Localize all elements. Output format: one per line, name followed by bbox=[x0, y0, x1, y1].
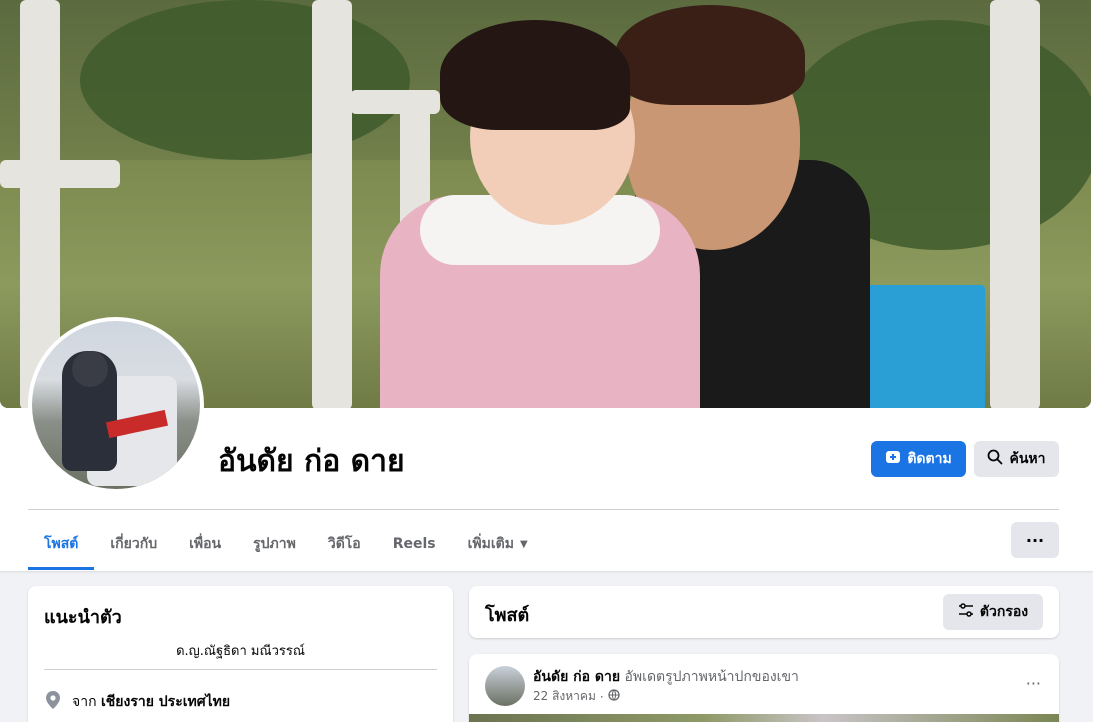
intro-card: แนะนำตัว ด.ญ.ณัฐธิดา มณีวรรณ์ จาก เชียงร… bbox=[28, 586, 453, 722]
globe-icon bbox=[608, 689, 620, 704]
post-author[interactable]: อันดัย ก่อ ดาย bbox=[533, 669, 620, 685]
filter-button[interactable]: ตัวกรอง bbox=[943, 594, 1043, 630]
filter-icon bbox=[958, 602, 974, 622]
post-date[interactable]: 22 สิงหาคม bbox=[533, 687, 596, 706]
location-prefix: จาก bbox=[72, 694, 97, 710]
location-row: จาก เชียงราย ประเทศไทย bbox=[44, 690, 230, 714]
filter-label: ตัวกรอง bbox=[979, 604, 1029, 620]
post-more-button[interactable]: ··· bbox=[1026, 674, 1041, 693]
search-label: ค้นหา bbox=[1009, 451, 1046, 467]
post-meta: 22 สิงหาคม · bbox=[533, 687, 620, 706]
tab-reels[interactable]: Reels bbox=[377, 518, 452, 570]
intro-bio: ด.ญ.ณัฐธิดา มณีวรรณ์ bbox=[176, 644, 305, 659]
tab-friends[interactable]: เพื่อน bbox=[173, 518, 237, 570]
location-pin-icon bbox=[44, 690, 62, 714]
header-divider bbox=[28, 509, 1059, 510]
tab-about[interactable]: เกี่ยวกับ bbox=[94, 518, 173, 570]
profile-tabs: โพสต์ เกี่ยวกับ เพื่อน รูปภาพ วิดีโอ Ree… bbox=[28, 518, 544, 570]
location-link[interactable]: เชียงราย ประเทศไทย bbox=[101, 694, 230, 710]
tab-videos[interactable]: วิดีโอ bbox=[312, 518, 377, 570]
search-button[interactable]: ค้นหา bbox=[974, 441, 1059, 477]
posts-header-card: โพสต์ ตัวกรอง bbox=[469, 586, 1059, 638]
follow-label: ติดตาม bbox=[907, 451, 952, 467]
profile-name: อันดัย ก่อ ดาย bbox=[218, 444, 405, 479]
post-header: อันดัย ก่อ ดาย อัพเดตรูปภาพหน้าปกของเขา bbox=[533, 666, 799, 688]
tab-posts[interactable]: โพสต์ bbox=[28, 518, 95, 570]
posts-title: โพสต์ bbox=[485, 605, 530, 626]
tab-more[interactable]: เพิ่มเติม ▼ bbox=[452, 518, 544, 570]
caret-down-icon: ▼ bbox=[519, 538, 528, 550]
post-author-avatar[interactable] bbox=[485, 666, 525, 706]
meta-separator: · bbox=[599, 689, 604, 704]
post-card: อันดัย ก่อ ดาย อัพเดตรูปภาพหน้าปกของเขา … bbox=[469, 654, 1059, 722]
intro-title: แนะนำตัว bbox=[44, 607, 122, 628]
post-action: อัพเดตรูปภาพหน้าปกของเขา bbox=[624, 669, 799, 685]
more-options-button[interactable]: ··· bbox=[1011, 522, 1059, 558]
follow-icon bbox=[885, 449, 901, 469]
post-image[interactable] bbox=[469, 714, 1059, 722]
tab-photos[interactable]: รูปภาพ bbox=[237, 518, 312, 570]
avatar bbox=[32, 321, 200, 489]
search-icon bbox=[987, 449, 1003, 469]
intro-divider bbox=[44, 669, 437, 670]
follow-button[interactable]: ติดตาม bbox=[871, 441, 966, 477]
profile-picture[interactable] bbox=[28, 317, 204, 493]
